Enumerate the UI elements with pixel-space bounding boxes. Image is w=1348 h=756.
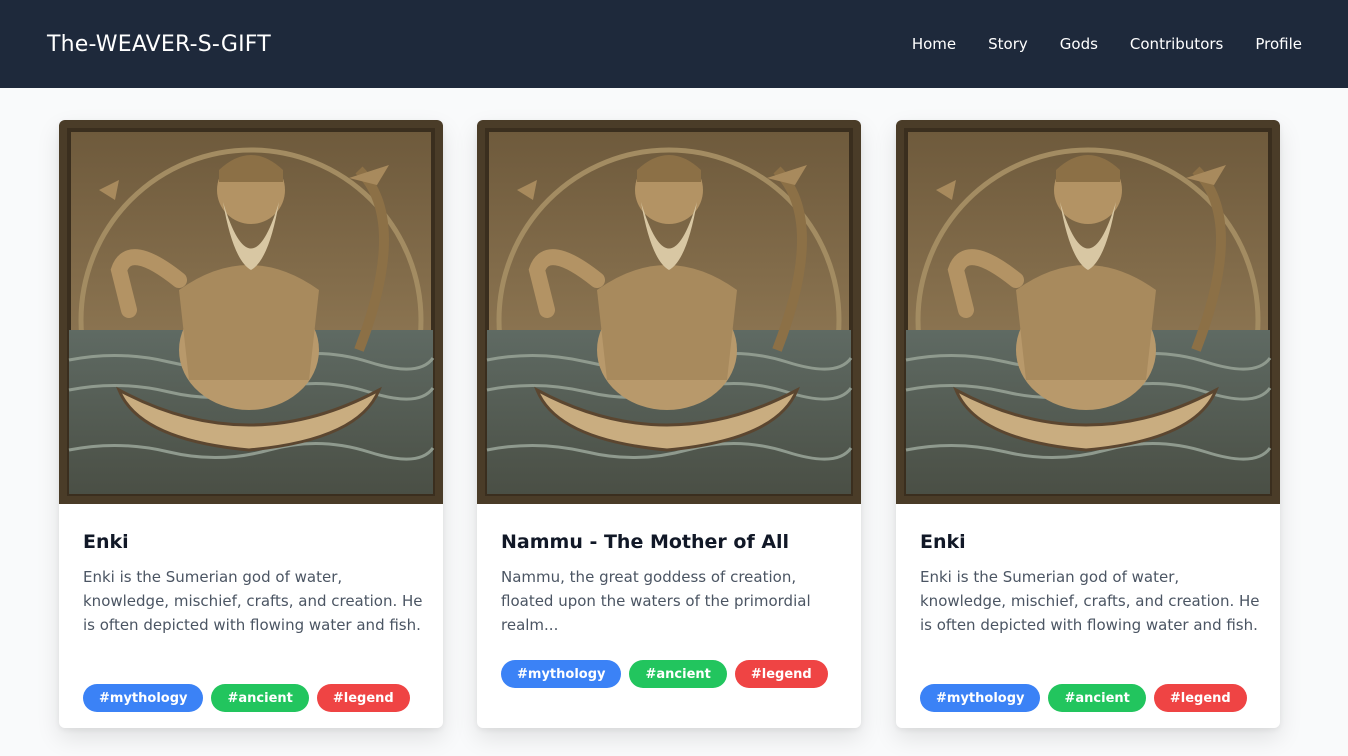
card-body: Nammu - The Mother of All Nammu, the gre… [477, 504, 861, 728]
cards-grid: Enki Enki is the Sumerian god of water, … [0, 88, 1348, 756]
card-title: Enki [83, 531, 129, 553]
navbar: The-WEAVER-S-GIFT Home Story Gods Contri… [0, 0, 1348, 88]
nav-link-gods[interactable]: Gods [1060, 35, 1098, 53]
card-description: Enki is the Sumerian god of water, knowl… [920, 568, 1260, 634]
nav-link-profile[interactable]: Profile [1255, 35, 1302, 53]
card-body: Enki Enki is the Sumerian god of water, … [59, 504, 443, 728]
tag-legend[interactable]: #legend [316, 684, 410, 712]
card-image [896, 120, 1280, 504]
card-body: Enki Enki is the Sumerian god of water, … [896, 504, 1280, 728]
card-title: Enki [920, 531, 966, 553]
tag-list: #mythology #ancient #legend [501, 660, 828, 688]
nav-link-story[interactable]: Story [988, 35, 1028, 53]
god-card[interactable]: Enki Enki is the Sumerian god of water, … [896, 120, 1280, 728]
tag-mythology[interactable]: #mythology [920, 684, 1041, 712]
tag-ancient[interactable]: #ancient [211, 684, 309, 712]
god-card[interactable]: Nammu - The Mother of All Nammu, the gre… [477, 120, 861, 728]
tag-list: #mythology #ancient #legend [83, 684, 410, 712]
tag-list: #mythology #ancient #legend [920, 684, 1247, 712]
nav-link-contributors[interactable]: Contributors [1130, 35, 1223, 53]
nav-links: Home Story Gods Contributors Profile [912, 35, 1302, 53]
card-description: Enki is the Sumerian god of water, knowl… [83, 568, 423, 634]
tag-ancient[interactable]: #ancient [1048, 684, 1146, 712]
tag-legend[interactable]: #legend [1153, 684, 1247, 712]
card-description: Nammu, the great goddess of creation, fl… [501, 568, 811, 634]
nav-link-home[interactable]: Home [912, 35, 956, 53]
brand-logo-text[interactable]: The-WEAVER-S-GIFT [47, 32, 271, 57]
god-card[interactable]: Enki Enki is the Sumerian god of water, … [59, 120, 443, 728]
card-title: Nammu - The Mother of All [501, 531, 790, 553]
card-image [477, 120, 861, 504]
tag-mythology[interactable]: #mythology [501, 660, 622, 688]
tag-mythology[interactable]: #mythology [83, 684, 204, 712]
card-image [59, 120, 443, 504]
tag-legend[interactable]: #legend [734, 660, 828, 688]
tag-ancient[interactable]: #ancient [629, 660, 727, 688]
